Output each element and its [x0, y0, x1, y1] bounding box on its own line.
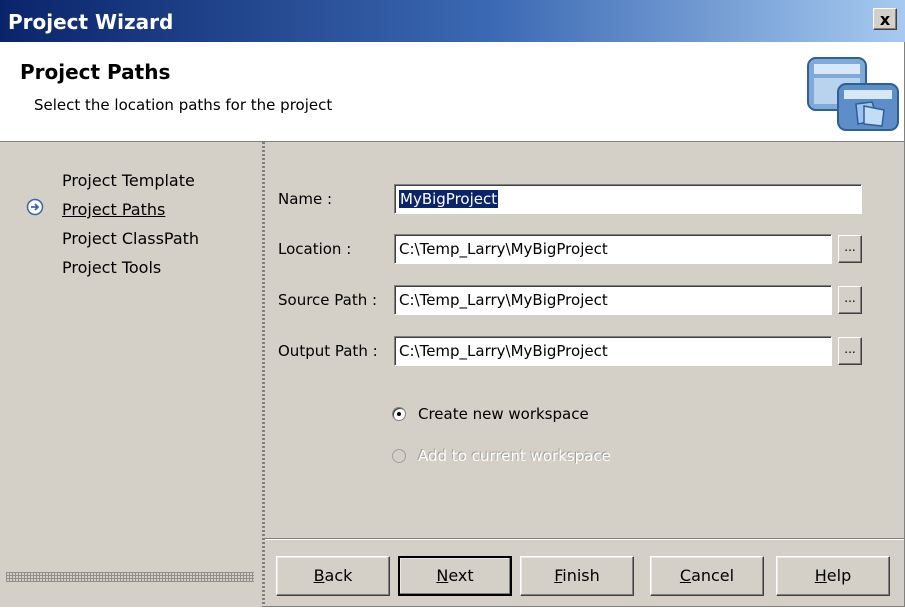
create-new-workspace-option[interactable]: Create new workspace — [392, 403, 589, 425]
sidebar-item-project-paths[interactable]: Project Paths — [62, 200, 165, 219]
add-current-workspace-label: Add to current workspace — [418, 447, 611, 465]
help-button[interactable]: Help — [776, 556, 890, 596]
name-field[interactable]: MyBigProject — [394, 184, 862, 214]
page-subtitle: Select the location paths for the projec… — [34, 96, 333, 114]
sidebar-item-project-classpath[interactable]: Project ClassPath — [62, 229, 199, 248]
source-path-label: Source Path : — [278, 291, 378, 309]
wizard-header: Project Paths Select the location paths … — [0, 42, 904, 142]
arrow-right-circle-icon — [26, 198, 44, 216]
output-path-browse-button[interactable]: ... — [838, 337, 862, 365]
create-new-workspace-radio[interactable] — [392, 407, 406, 421]
window-title: Project Wizard — [8, 10, 174, 34]
project-wizard-window: Project Wizard x Project Paths Select th… — [0, 0, 905, 607]
back-button[interactable]: Back — [276, 556, 390, 596]
sidebar-item-project-template[interactable]: Project Template — [62, 171, 195, 190]
location-field[interactable]: C:\Temp_Larry\MyBigProject — [394, 234, 832, 264]
wizard-window-icon — [807, 57, 899, 131]
name-field-value: MyBigProject — [399, 190, 499, 208]
close-button[interactable]: x — [873, 8, 897, 30]
cancel-button[interactable]: Cancel — [650, 556, 764, 596]
close-icon: x — [879, 9, 891, 29]
add-current-workspace-option: Add to current workspace — [392, 445, 611, 467]
location-browse-button[interactable]: ... — [838, 235, 862, 263]
sidebar-item-project-tools[interactable]: Project Tools — [62, 258, 161, 277]
create-new-workspace-label: Create new workspace — [418, 405, 589, 423]
name-label: Name : — [278, 190, 333, 208]
add-current-workspace-radio — [392, 449, 406, 463]
source-path-field[interactable]: C:\Temp_Larry\MyBigProject — [394, 285, 832, 315]
next-button[interactable]: Next — [398, 556, 512, 596]
source-path-browse-button[interactable]: ... — [838, 286, 862, 314]
finish-button[interactable]: Finish — [520, 556, 634, 596]
location-label: Location : — [278, 240, 352, 258]
resize-grip[interactable] — [6, 572, 254, 582]
output-path-field[interactable]: C:\Temp_Larry\MyBigProject — [394, 336, 832, 366]
title-bar[interactable]: Project Wizard x — [0, 0, 905, 42]
page-title: Project Paths — [20, 60, 171, 84]
output-path-label: Output Path : — [278, 342, 378, 360]
